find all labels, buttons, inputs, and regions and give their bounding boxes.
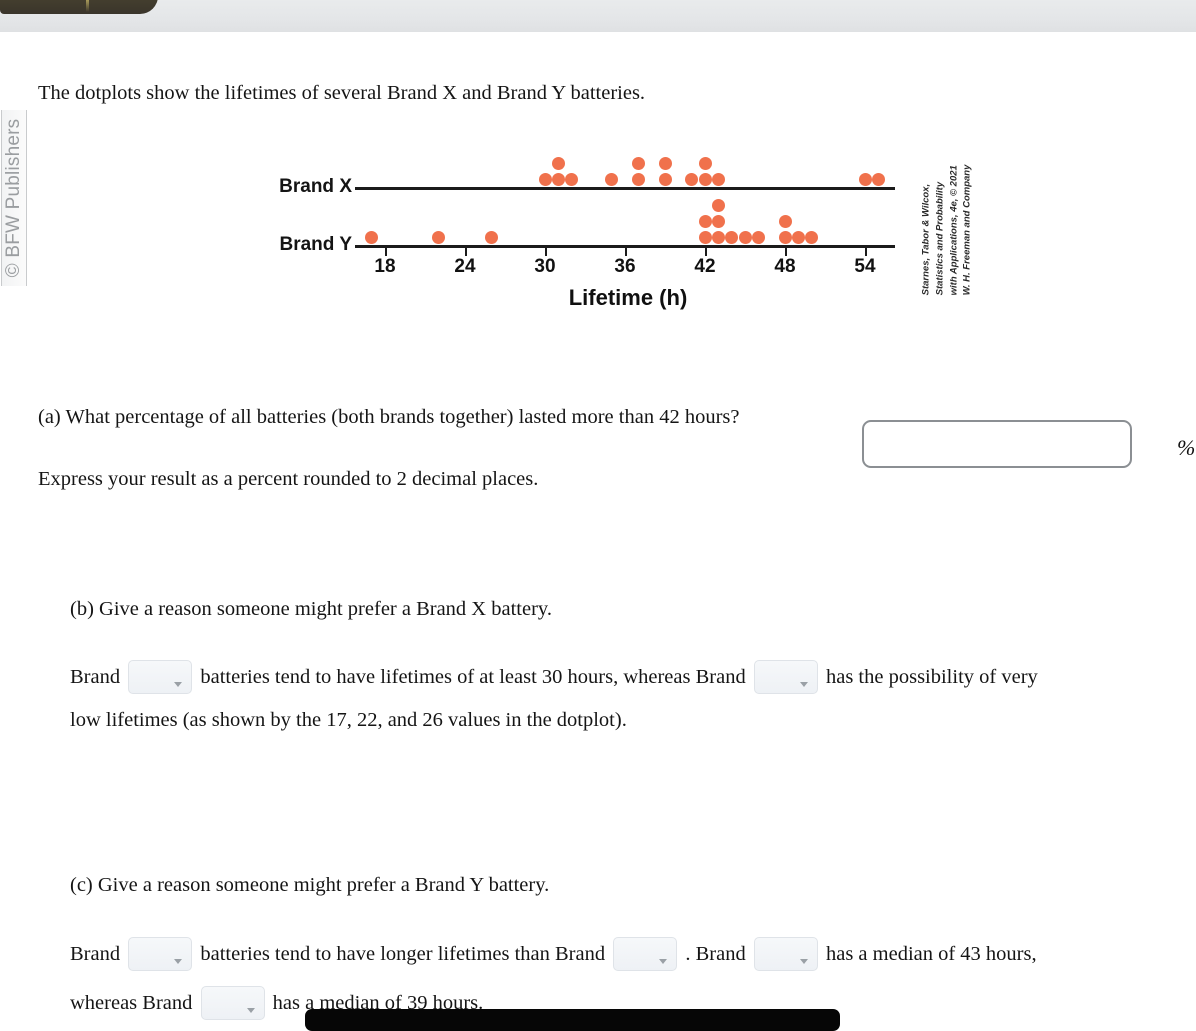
data-dot (791, 231, 805, 244)
question-b-text-3: has the possibility of very (825, 666, 1038, 688)
data-dot (698, 215, 712, 228)
data-dot (431, 231, 445, 244)
data-dot (778, 215, 792, 228)
worksheet-page: © BFW Publishers The dotplots show the l… (0, 32, 1196, 1020)
axis-tick-label: 36 (614, 256, 636, 277)
axis-tick-label: 24 (454, 256, 476, 277)
data-dot (685, 173, 699, 186)
question-b-text-2: batteries tend to have lifetimes of at l… (200, 666, 746, 688)
axis-title: Lifetime (h) (568, 285, 688, 310)
axis-tick (385, 247, 387, 256)
figure-source-credit-line: with Applications, 4e, © 2021 (948, 165, 959, 296)
axis-tick (545, 247, 547, 256)
data-dot (538, 173, 552, 186)
figure-source-credit: Starnes, Tabor & Wilcox, Statistics and P… (912, 150, 982, 310)
chevron-down-icon (174, 959, 183, 964)
chevron-down-icon (799, 682, 808, 687)
chevron-down-icon (659, 959, 668, 964)
question-b-text-1: Brand (70, 666, 121, 688)
data-dot (711, 231, 725, 244)
question-c-text-2: batteries tend to have longer lifetimes … (200, 943, 606, 965)
data-dot (698, 173, 712, 186)
data-dot (605, 173, 619, 186)
top-chrome-glint (86, 0, 89, 12)
question-c-dropdown-4[interactable] (200, 986, 265, 1020)
data-dot (698, 231, 712, 244)
bottom-chrome-bar (305, 1009, 840, 1031)
percent-unit-label: % (1177, 435, 1196, 460)
browser-top-strip (0, 0, 1196, 32)
chevron-down-icon (246, 1008, 255, 1013)
chevron-down-icon (799, 959, 808, 964)
data-dot (805, 231, 819, 244)
data-dot (365, 231, 379, 244)
publisher-credit-text: © BFW Publishers (3, 118, 24, 278)
data-dot (858, 173, 872, 186)
question-c-line1: Brand batteries tend to have longer life… (70, 937, 1037, 971)
brand-x-axis-line (355, 187, 895, 190)
data-dot (551, 157, 565, 170)
axis-tick (625, 247, 627, 256)
question-b-dropdown-2[interactable] (753, 660, 818, 694)
axis-tick (785, 247, 787, 256)
brand-y-axis-label: Brand Y (279, 234, 352, 255)
question-c-text-3: . Brand (685, 943, 746, 965)
figure-source-credit-line: W. H. Freeman and Company (961, 164, 973, 296)
data-dot (551, 173, 565, 186)
brand-x-axis-label: Brand X (279, 176, 352, 197)
question-c-dropdown-1[interactable] (128, 937, 193, 971)
axis-tick-label: 30 (534, 256, 556, 277)
figure-source-credit-line: Statistics and Probability (934, 181, 946, 296)
axis-tick-label: 42 (694, 256, 716, 277)
question-b-line1: Brand batteries tend to have lifetimes o… (70, 660, 1038, 694)
dotplot-figure: Brand X Brand Y 18 24 30 36 42 48 54 Lifetime … (258, 140, 988, 320)
question-c-dropdown-2[interactable] (613, 937, 678, 971)
question-a-note: Express your result as a percent rounded… (38, 468, 539, 490)
question-c-text-5: whereas Brand (70, 992, 193, 1014)
chevron-down-icon (174, 682, 183, 687)
data-dot (871, 173, 885, 186)
data-dot (698, 157, 712, 170)
data-dot (751, 231, 765, 244)
data-dot (631, 173, 645, 186)
data-dot (711, 215, 725, 228)
data-dot (711, 199, 725, 212)
top-chrome-tab-pill (0, 0, 158, 14)
data-dot (485, 231, 499, 244)
question-b-line2: low lifetimes (as shown by the 17, 22, a… (70, 709, 627, 731)
question-c-text-1: Brand (70, 943, 121, 965)
figure-source-credit-line: Starnes, Tabor & Wilcox, (920, 183, 932, 296)
data-dot (565, 173, 579, 186)
axis-tick (705, 247, 707, 256)
data-dot (658, 157, 672, 170)
question-b-dropdown-1[interactable] (128, 660, 193, 694)
axis-tick-label: 54 (854, 256, 876, 277)
data-dot (631, 157, 645, 170)
data-dot (778, 231, 792, 244)
data-dot (725, 231, 739, 244)
axis-tick (865, 247, 867, 256)
data-dot (658, 173, 672, 186)
question-b-prompt: (b) Give a reason someone might prefer a… (70, 598, 552, 620)
axis-tick-label: 18 (374, 256, 396, 277)
question-c-text-4: has a median of 43 hours, (825, 943, 1037, 965)
question-a-answer-input[interactable] (862, 420, 1132, 468)
data-dot (711, 173, 725, 186)
data-dot (738, 231, 752, 244)
question-c-prompt: (c) Give a reason someone might prefer a… (70, 874, 550, 896)
axis-tick (465, 247, 467, 256)
publisher-credit-sidebar: © BFW Publishers (1, 110, 27, 286)
question-c-dropdown-3[interactable] (753, 937, 818, 971)
intro-text: The dotplots show the lifetimes of sever… (38, 82, 646, 104)
figure-source-credit-lines: Starnes, Tabor & Wilcox, Statistics and P… (919, 165, 974, 296)
question-a-prompt: (a) What percentage of all batteries (bo… (38, 406, 740, 428)
axis-tick-label: 48 (774, 256, 796, 277)
